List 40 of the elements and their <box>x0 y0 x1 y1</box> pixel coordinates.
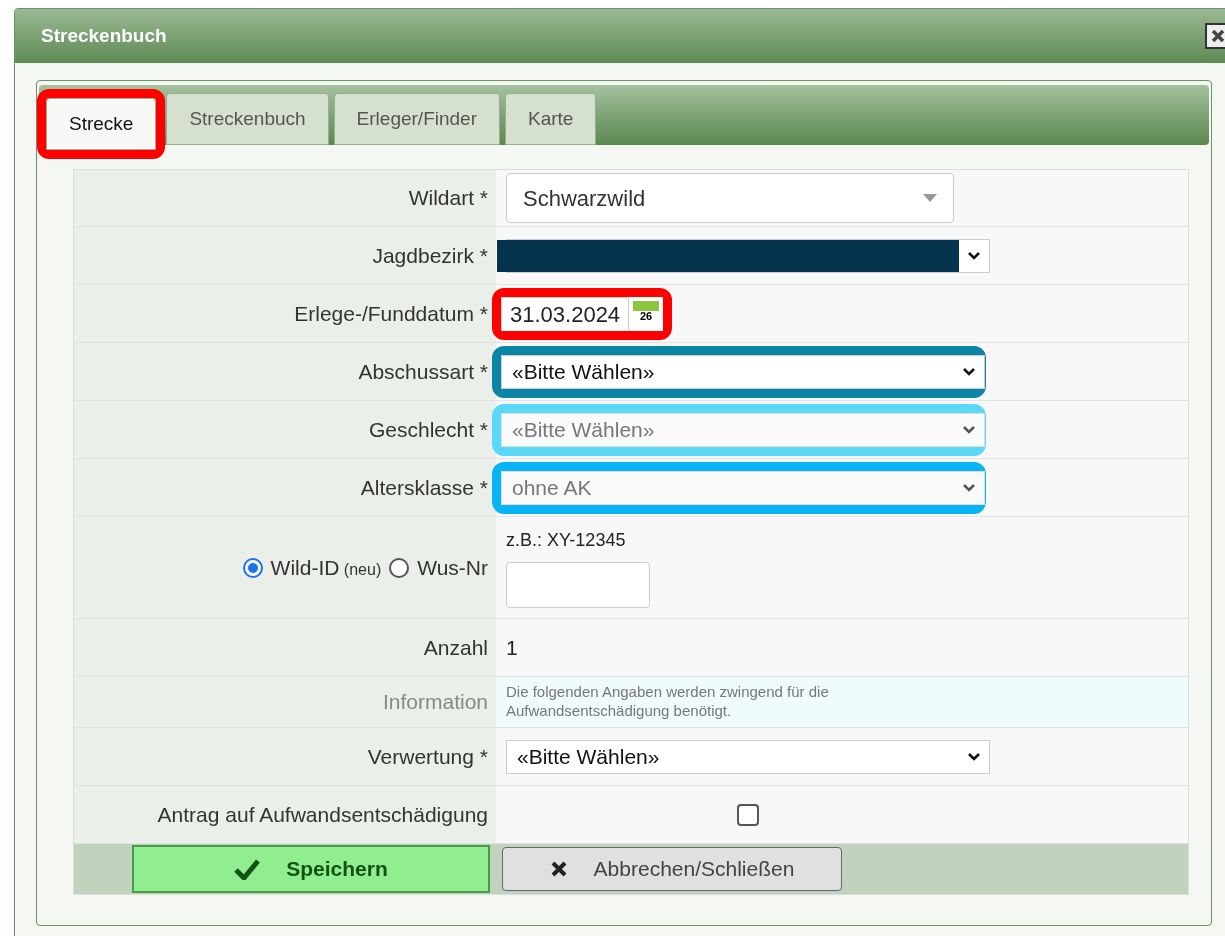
dropdown-triangle-icon <box>923 194 937 202</box>
hint-text: z.B.: XY-12345 <box>506 529 627 552</box>
field-label: Anzahl <box>423 634 488 661</box>
select-field[interactable]: Schwarzwild <box>506 173 954 223</box>
field-label: Geschlecht * <box>368 416 488 443</box>
field-label: Wildart * <box>408 185 488 212</box>
checkbox[interactable] <box>737 803 759 826</box>
chevron-down-icon <box>962 366 976 377</box>
chevron-down-icon <box>967 250 981 261</box>
radio-button[interactable] <box>242 557 263 578</box>
chevron-down-icon <box>962 482 976 493</box>
count-value: 1 <box>506 634 518 661</box>
info-text: Die folgenden Angaben werden zwingend für die Aufwandsentschädigung benötigt. <box>506 683 830 721</box>
close-icon <box>549 860 568 878</box>
save-button[interactable]: Speichern <box>132 845 490 893</box>
checkmark-icon <box>234 858 261 880</box>
field-label: Abschussart * <box>358 358 488 385</box>
field-label: Erlege-/Funddatum * <box>294 300 488 327</box>
select-field[interactable]: «Bitte Wählen» <box>501 354 985 389</box>
field-label: Information <box>382 689 488 716</box>
close-button[interactable] <box>1205 23 1225 49</box>
radio-button[interactable] <box>389 557 410 578</box>
field-label: Antrag auf Aufwandsentschädigung <box>157 801 488 828</box>
close-icon <box>1211 29 1225 43</box>
select-field[interactable]: «Bitte Wählen» <box>506 739 990 774</box>
tab[interactable]: Erleger/Finder <box>333 93 500 145</box>
date-field[interactable]: 31.03.2024 <box>501 296 630 331</box>
radio-option[interactable]: Wild-ID (neu) <box>242 551 382 584</box>
field-label: Jagdbezirk * <box>372 242 488 269</box>
tab[interactable]: Streckenbuch <box>166 93 329 145</box>
tab[interactable]: Karte <box>505 93 597 145</box>
chevron-down-icon <box>967 751 981 762</box>
cancel-button[interactable]: Abbrechen/Schließen <box>502 847 842 891</box>
chevron-down-icon <box>962 424 976 435</box>
field-label: Altersklasse * <box>360 474 488 501</box>
window-title: Streckenbuch <box>41 23 167 48</box>
field-label: Verwertung * <box>367 743 488 770</box>
id-input-field[interactable] <box>506 562 650 608</box>
radio-option[interactable]: Wus-Nr <box>389 551 488 584</box>
tab[interactable]: Strecke <box>46 98 157 150</box>
